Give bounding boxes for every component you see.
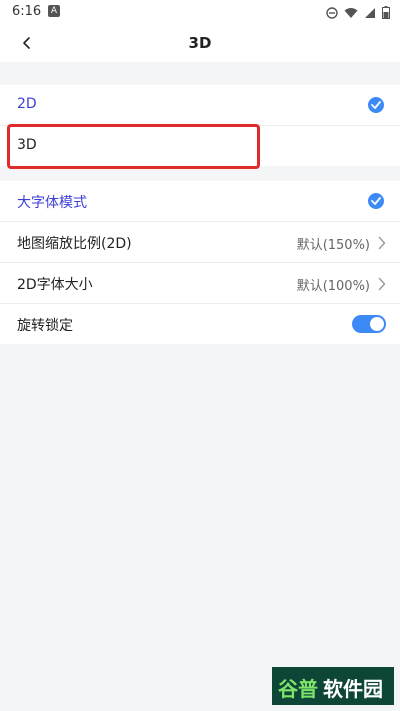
status-bar: 6:16 A <box>0 0 400 24</box>
highlight-box <box>7 124 260 169</box>
app-header: 3D <box>0 24 400 62</box>
rotation-lock-toggle[interactable] <box>352 315 386 333</box>
rotation-lock-row: 旋转锁定 <box>0 304 400 344</box>
page-title: 3D <box>188 34 212 52</box>
map-scale-label: 地图缩放比例(2D) <box>17 236 132 252</box>
font-size-2d-value: 默认(100%) <box>296 279 370 294</box>
battery-icon <box>382 4 390 23</box>
toggle-knob <box>370 317 384 331</box>
large-font-label: 大字体模式 <box>17 195 87 211</box>
view-mode-2d-row[interactable]: 2D <box>0 85 400 126</box>
notification-icon: A <box>48 5 60 17</box>
font-size-2d-row[interactable]: 2D字体大小 默认(100%) <box>0 263 400 304</box>
watermark-part2: 软件园 <box>323 677 383 701</box>
settings-group: 大字体模式 地图缩放比例(2D) 默认(150%) 2D字体大小 默认(100%… <box>0 181 400 344</box>
large-font-row[interactable]: 大字体模式 <box>0 181 400 222</box>
chevron-right-icon <box>378 276 386 295</box>
rotation-lock-label: 旋转锁定 <box>17 318 73 334</box>
status-time: 6:16 <box>12 4 42 19</box>
check-icon <box>368 97 384 113</box>
status-icons <box>326 4 390 23</box>
map-scale-row[interactable]: 地图缩放比例(2D) 默认(150%) <box>0 222 400 263</box>
check-icon <box>368 193 384 209</box>
do-not-disturb-icon <box>326 4 338 23</box>
map-scale-value: 默认(150%) <box>296 238 370 253</box>
font-size-2d-label: 2D字体大小 <box>17 277 93 293</box>
watermark-part1: 谷普 <box>278 677 318 701</box>
signal-icon <box>364 4 376 23</box>
wifi-icon <box>344 4 358 23</box>
watermark-logo: 谷普 软件园 <box>272 667 394 705</box>
view-mode-2d-label: 2D <box>17 96 37 112</box>
chevron-right-icon <box>378 235 386 254</box>
